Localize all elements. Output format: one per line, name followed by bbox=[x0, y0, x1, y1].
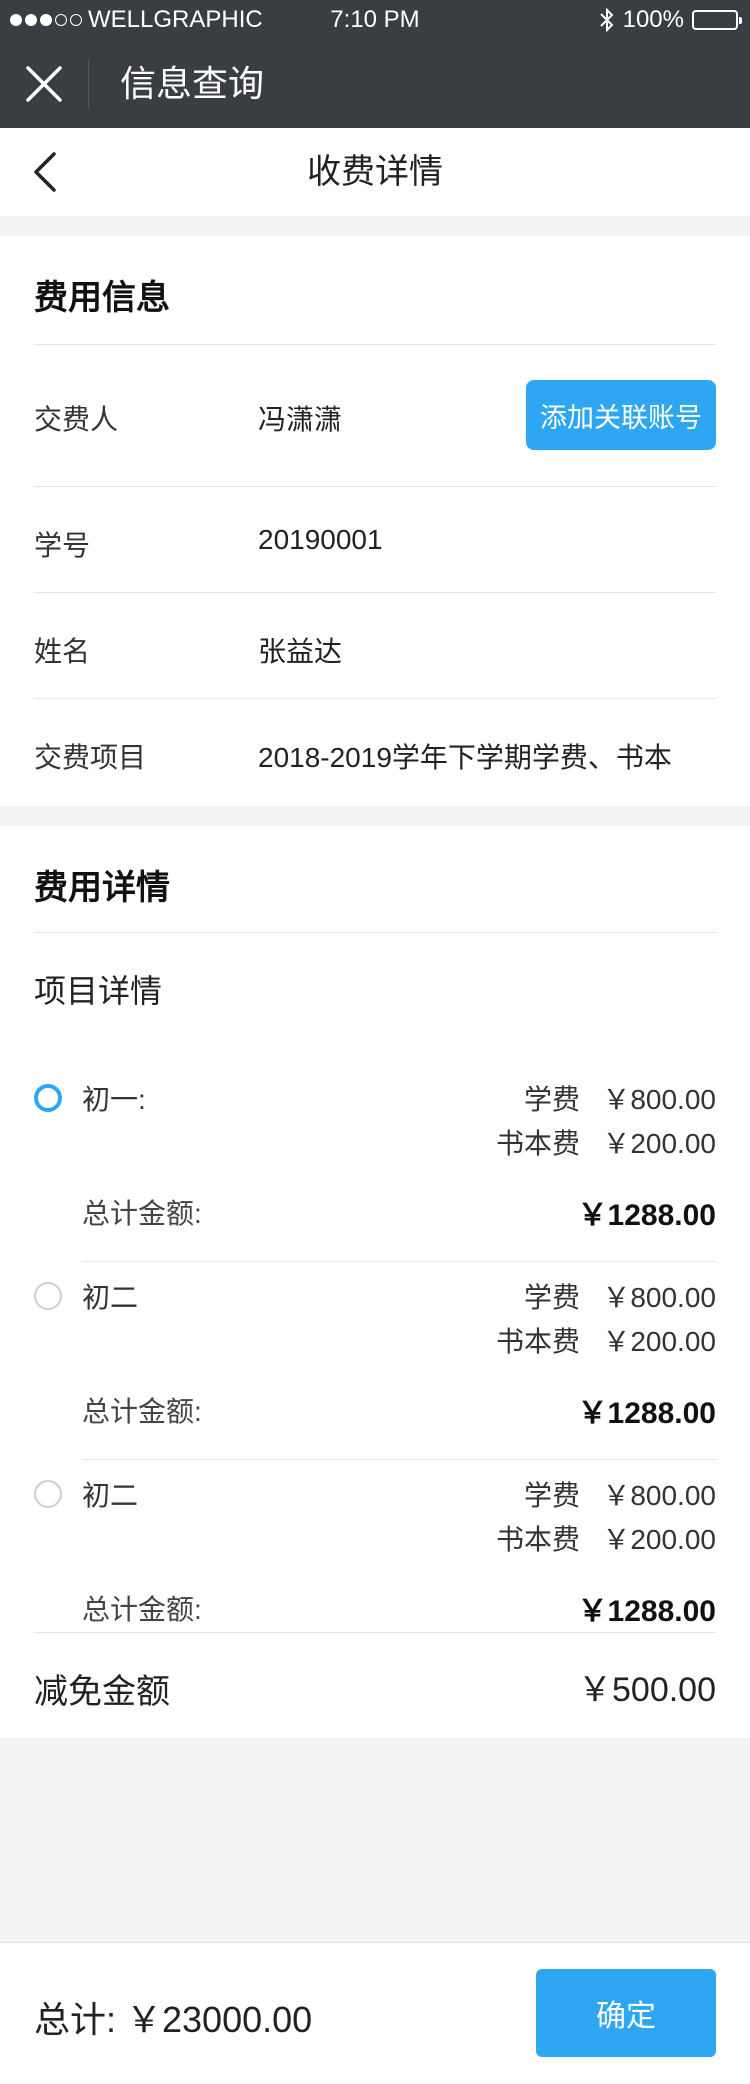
payment-item-value: 2018-2019学年下学期学费、书本 bbox=[258, 742, 672, 773]
payer-value: 冯潇潇 bbox=[258, 404, 343, 435]
page-header: 收费详情 bbox=[0, 128, 750, 216]
total-value: ￥1288.00 bbox=[577, 1199, 716, 1232]
header-divider bbox=[88, 60, 89, 108]
fee-label: 书本费 bbox=[495, 1128, 580, 1159]
battery-icon bbox=[692, 10, 742, 30]
item-name: 初一: bbox=[82, 1084, 146, 1115]
fee-amount: ￥800.00 bbox=[602, 1282, 716, 1313]
fee-label: 学费 bbox=[523, 1084, 580, 1115]
grade-item[interactable]: 初二 学费 ￥800.00 书本费 ￥200.00 总计金额: ￥1288.00 bbox=[0, 1460, 750, 1658]
radio-checked-icon[interactable] bbox=[34, 1084, 62, 1112]
fee-amount: ￥800.00 bbox=[602, 1480, 716, 1511]
fee-label: 书本费 bbox=[495, 1326, 580, 1357]
total-label: 总计金额: bbox=[82, 1198, 202, 1229]
grade-item[interactable]: 初一: 学费 ￥800.00 书本费 ￥200.00 总计金额: ￥1288.0… bbox=[0, 1064, 750, 1262]
student-id-value: 20190001 bbox=[258, 524, 383, 555]
radio-icon[interactable] bbox=[34, 1480, 62, 1508]
divider bbox=[34, 932, 716, 933]
confirm-button[interactable]: 确定 bbox=[536, 1969, 716, 2057]
fee-info-title: 费用信息 bbox=[34, 279, 170, 317]
app-header: 信息查询 bbox=[0, 40, 750, 128]
fee-line: 学费 ￥800.00 bbox=[524, 1078, 716, 1118]
fee-detail-title: 费用详情 bbox=[34, 869, 170, 907]
status-right: 100% bbox=[599, 6, 742, 34]
status-bar: WELLGRAPHIC 7:10 PM 100% bbox=[0, 0, 750, 40]
bottom-bar: 总计: ￥23000.00 确定 bbox=[0, 1942, 750, 2084]
total-label: 总计金额: bbox=[82, 1396, 202, 1427]
payer-label: 交费人 bbox=[34, 404, 119, 435]
add-linked-account-button[interactable]: 添加关联账号 bbox=[526, 380, 716, 450]
divider bbox=[34, 1632, 716, 1633]
total-value: ￥1288.00 bbox=[577, 1595, 716, 1628]
total-label: 总计金额: bbox=[82, 1594, 202, 1625]
battery-percent: 100% bbox=[622, 6, 684, 33]
divider bbox=[34, 344, 716, 345]
fee-amount: ￥200.00 bbox=[602, 1524, 716, 1555]
fee-label: 书本费 bbox=[495, 1524, 580, 1555]
fee-info-card: 费用信息 交费人 冯潇潇 添加关联账号 学号 20190001 姓名 张益达 交… bbox=[0, 236, 750, 806]
name-value: 张益达 bbox=[258, 636, 343, 667]
fee-line: 书本费 ￥200.00 bbox=[496, 1122, 716, 1162]
fee-amount: ￥800.00 bbox=[602, 1084, 716, 1115]
fee-line: 书本费 ￥200.00 bbox=[496, 1320, 716, 1360]
app-title: 信息查询 bbox=[120, 63, 265, 104]
fee-label: 学费 bbox=[523, 1480, 580, 1511]
divider bbox=[34, 698, 716, 699]
fee-line: 书本费 ￥200.00 bbox=[496, 1518, 716, 1558]
item-name: 初二 bbox=[82, 1282, 139, 1313]
divider bbox=[34, 592, 716, 593]
total-value: ￥1288.00 bbox=[577, 1397, 716, 1430]
fee-line: 学费 ￥800.00 bbox=[524, 1474, 716, 1514]
grade-item[interactable]: 初二 学费 ￥800.00 书本费 ￥200.00 总计金额: ￥1288.00 bbox=[0, 1262, 750, 1460]
fee-amount: ￥200.00 bbox=[602, 1326, 716, 1357]
fee-label: 学费 bbox=[523, 1282, 580, 1313]
discount-value: ￥500.00 bbox=[578, 1671, 716, 1709]
page-title: 收费详情 bbox=[307, 153, 443, 191]
bluetooth-icon bbox=[599, 7, 614, 33]
close-icon[interactable] bbox=[24, 64, 64, 104]
fee-detail-card: 费用详情 项目详情 初一: 学费 ￥800.00 书本费 ￥200.00 总计金… bbox=[0, 826, 750, 1738]
name-label: 姓名 bbox=[34, 636, 91, 667]
discount-label: 减免金额 bbox=[34, 1673, 170, 1711]
fee-amount: ￥200.00 bbox=[602, 1128, 716, 1159]
fee-line: 学费 ￥800.00 bbox=[524, 1276, 716, 1316]
grand-total: 总计: ￥23000.00 bbox=[34, 1999, 313, 2040]
radio-icon[interactable] bbox=[34, 1282, 62, 1310]
payment-item-label: 交费项目 bbox=[34, 742, 147, 773]
project-detail-subtitle: 项目详情 bbox=[34, 973, 163, 1009]
student-id-label: 学号 bbox=[34, 530, 91, 561]
divider bbox=[34, 486, 716, 487]
item-name: 初二 bbox=[82, 1480, 139, 1511]
